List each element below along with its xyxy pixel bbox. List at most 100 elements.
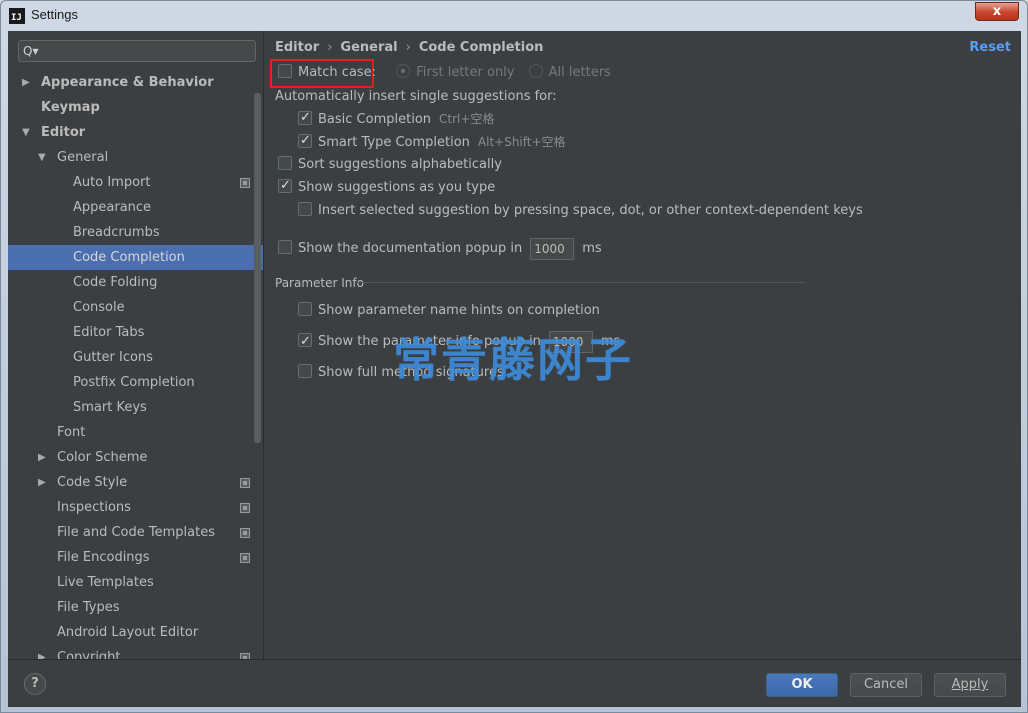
sidebar-item-file-types[interactable]: File Types (8, 595, 263, 620)
sidebar-item-label: Breadcrumbs (73, 225, 160, 240)
sidebar-item-console[interactable]: Console (8, 295, 263, 320)
sidebar-item-label: Smart Keys (73, 400, 147, 415)
sidebar-item-auto-import[interactable]: Auto Import (8, 170, 263, 195)
full-signatures-checkbox[interactable] (298, 364, 312, 378)
sidebar-item-label: Postfix Completion (73, 375, 195, 390)
chevron-right-icon[interactable]: ▶ (38, 645, 50, 659)
sort-alpha-label: Sort suggestions alphabetically (298, 157, 502, 172)
insert-selected-checkbox[interactable] (298, 202, 312, 216)
project-scope-icon (240, 503, 250, 513)
parameter-info-title: Parameter Info (275, 276, 364, 290)
basic-completion-checkbox[interactable] (298, 108, 312, 128)
chevron-right-icon[interactable]: ▶ (38, 470, 50, 495)
smart-type-shortcut: Alt+Shift+空格 (477, 135, 566, 149)
param-name-hints-checkbox[interactable] (298, 302, 312, 316)
sidebar-scrollbar[interactable] (254, 93, 261, 443)
project-scope-icon (240, 553, 250, 563)
sidebar-item-label: Copyright (57, 650, 121, 659)
match-case-checkbox[interactable] (278, 64, 292, 78)
apply-button[interactable]: Apply (934, 673, 1006, 697)
match-case-label: Match case: (298, 65, 377, 80)
sidebar-item-label: Console (73, 300, 125, 315)
first-letter-radio[interactable] (396, 64, 411, 78)
sidebar-item-gutter-icons[interactable]: Gutter Icons (8, 345, 263, 370)
ok-button[interactable]: OK (766, 673, 838, 697)
chevron-down-icon[interactable]: ▼ (22, 120, 34, 145)
sidebar-item-smart-keys[interactable]: Smart Keys (8, 395, 263, 420)
sidebar-item-general[interactable]: ▼ General (8, 145, 263, 170)
sidebar-item-code-style[interactable]: ▶ Code Style (8, 470, 263, 495)
sidebar-item-file-and-code-templates[interactable]: File and Code Templates (8, 520, 263, 545)
search-input[interactable] (43, 41, 253, 61)
settings-tree: ▶ Appearance & Behavior Keymap ▼ Editor ▼ Gene… (8, 70, 263, 659)
help-button[interactable]: ? (24, 673, 46, 695)
watermark-text: 常青藤网子 (393, 333, 633, 387)
sidebar-item-inspections[interactable]: Inspections (8, 495, 263, 520)
breadcrumb-editor[interactable]: Editor (275, 40, 319, 55)
auto-insert-label: Automatically insert single suggestions … (275, 89, 557, 104)
sidebar-item-label: Gutter Icons (73, 350, 153, 365)
sidebar-item-copyright[interactable]: ▶ Copyright (8, 645, 263, 659)
dialog-button-bar: ? OK Cancel Apply (8, 659, 1021, 707)
chevron-down-icon[interactable]: ▼ (38, 145, 50, 170)
close-button[interactable]: x (975, 2, 1019, 21)
sidebar-item-font[interactable]: Font (8, 420, 263, 445)
project-scope-icon (240, 178, 250, 188)
sidebar-item-code-completion[interactable]: Code Completion (8, 245, 263, 270)
settings-sidebar: Q▾ ▶ Appearance & Behavior Keymap ▼ Editor ▼ G… (8, 31, 264, 659)
smart-type-row: Smart Type Completion Alt+Shift+空格 (298, 131, 566, 152)
sidebar-item-breadcrumbs[interactable]: Breadcrumbs (8, 220, 263, 245)
smart-type-checkbox[interactable] (298, 131, 312, 151)
dialog-client: Q▾ ▶ Appearance & Behavior Keymap ▼ Editor ▼ G… (8, 31, 1021, 707)
chevron-right-icon[interactable]: ▶ (38, 445, 50, 470)
sidebar-item-label: File and Code Templates (57, 525, 215, 540)
sidebar-item-postfix-completion[interactable]: Postfix Completion (8, 370, 263, 395)
show-as-type-row: Show suggestions as you type (278, 176, 496, 198)
sidebar-item-editor[interactable]: ▼ Editor (8, 120, 263, 145)
project-scope-icon (240, 528, 250, 538)
param-info-popup-checkbox[interactable] (298, 330, 312, 354)
sidebar-item-file-encodings[interactable]: File Encodings (8, 545, 263, 570)
cancel-button[interactable]: Cancel (850, 673, 922, 697)
basic-completion-shortcut: Ctrl+空格 (439, 112, 495, 126)
sidebar-item-label: Font (57, 425, 86, 440)
sidebar-item-label: Appearance & Behavior (41, 75, 214, 90)
search-icon[interactable]: Q▾ (23, 44, 41, 58)
insert-selected-label: Insert selected suggestion by pressing s… (318, 203, 863, 218)
show-as-type-label: Show suggestions as you type (298, 180, 496, 195)
sidebar-item-appearance-behavior[interactable]: ▶ Appearance & Behavior (8, 70, 263, 95)
sidebar-item-label: Editor Tabs (73, 325, 145, 340)
sidebar-item-editor-tabs[interactable]: Editor Tabs (8, 320, 263, 345)
sidebar-item-label: File Types (57, 600, 120, 615)
sidebar-item-color-scheme[interactable]: ▶ Color Scheme (8, 445, 263, 470)
reset-link[interactable]: Reset (969, 40, 1011, 55)
sidebar-item-label: Code Folding (73, 275, 158, 290)
show-as-type-checkbox[interactable] (278, 176, 292, 196)
sidebar-item-label: Inspections (57, 500, 131, 515)
sidebar-item-appearance[interactable]: Appearance (8, 195, 263, 220)
sidebar-item-label: Android Layout Editor (57, 625, 199, 640)
chevron-right-icon[interactable]: ▶ (22, 70, 34, 95)
doc-popup-label: Show the documentation popup in (298, 241, 523, 256)
sidebar-item-keymap[interactable]: Keymap (8, 95, 263, 120)
title-bar: IJ Settings x (1, 1, 1027, 31)
sidebar-item-label: Code Completion (73, 250, 185, 265)
breadcrumb-general[interactable]: General (340, 40, 397, 55)
window-title: Settings (31, 7, 78, 22)
sort-alpha-checkbox[interactable] (278, 156, 292, 170)
sidebar-item-label: Editor (41, 125, 86, 140)
doc-popup-checkbox[interactable] (278, 240, 292, 254)
breadcrumb-separator: › (327, 40, 333, 55)
parameter-info-divider (355, 282, 805, 283)
basic-completion-label: Basic Completion (318, 112, 432, 127)
sidebar-item-live-templates[interactable]: Live Templates (8, 570, 263, 595)
sidebar-item-android-layout-editor[interactable]: Android Layout Editor (8, 620, 263, 645)
param-name-hints-label: Show parameter name hints on completion (318, 303, 600, 318)
project-scope-icon (240, 478, 250, 488)
smart-type-label: Smart Type Completion (318, 135, 470, 150)
doc-popup-delay-input[interactable]: 1000 (530, 237, 575, 260)
basic-completion-row: Basic Completion Ctrl+空格 (298, 108, 495, 129)
search-box[interactable]: Q▾ (18, 40, 256, 62)
sidebar-item-code-folding[interactable]: Code Folding (8, 270, 263, 295)
all-letters-radio[interactable] (528, 64, 543, 78)
